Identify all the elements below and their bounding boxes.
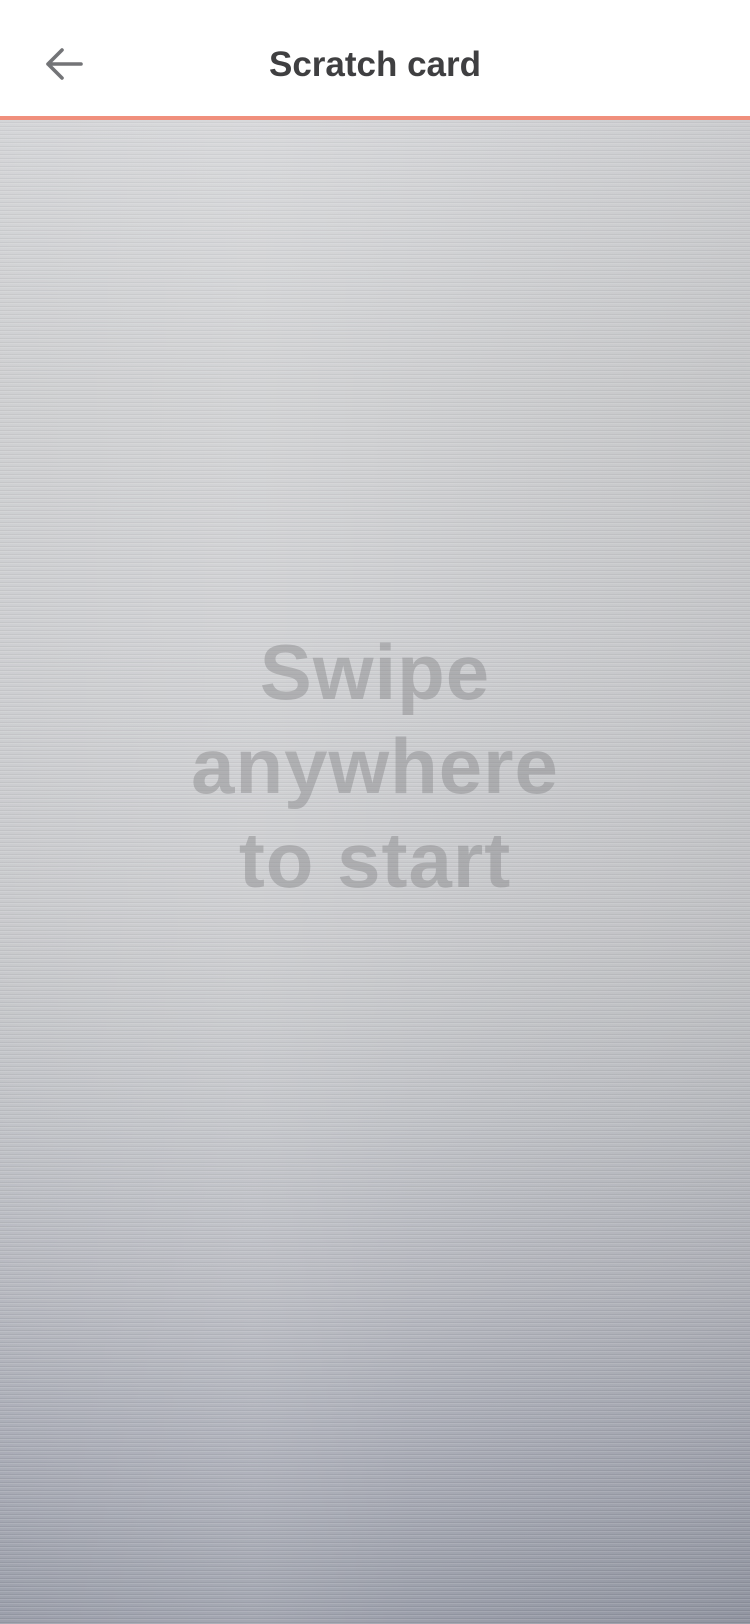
top-app-bar: Scratch card: [0, 0, 750, 120]
scratch-instruction: Swipe anywhere to start: [191, 628, 559, 904]
back-button[interactable]: [28, 28, 100, 100]
page-title: Scratch card: [268, 45, 482, 84]
scratch-card-screen: Scratch card Swipe anywhere to start: [0, 0, 750, 1624]
arrow-left-icon: [46, 48, 83, 80]
scratch-card-surface[interactable]: Swipe anywhere to start: [0, 120, 750, 1624]
